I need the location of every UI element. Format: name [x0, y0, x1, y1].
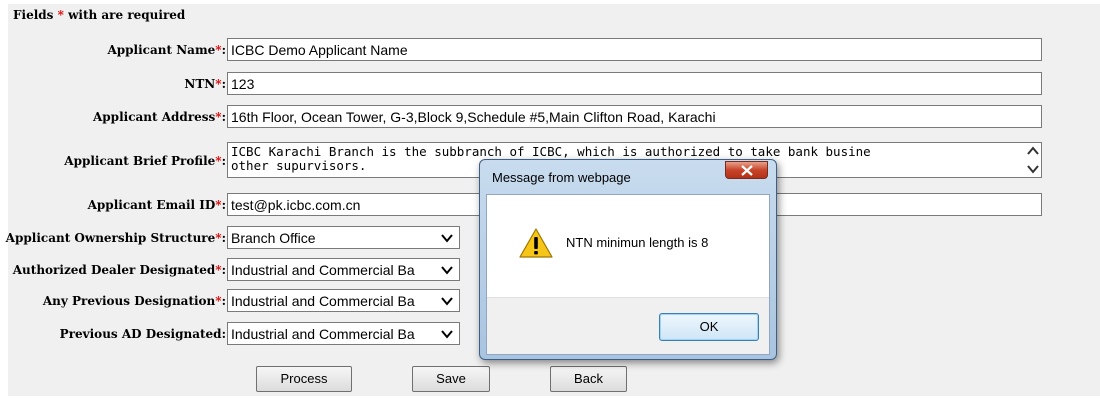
warning-icon — [519, 228, 553, 258]
applicant-address-label: Applicant Address*: — [92, 110, 226, 124]
previous-designation-label: Any Previous Designation*: — [42, 294, 226, 308]
required-note: Fields * with are required — [13, 8, 185, 22]
ownership-value: Branch Office — [231, 230, 316, 246]
previous-ad-select[interactable]: Industrial and Commercial Ba — [227, 322, 460, 345]
applicant-name-label: Applicant Name*: — [107, 43, 226, 57]
scroll-up-icon[interactable] — [1027, 146, 1039, 156]
authorized-dealer-label: Authorized Dealer Designated*: — [12, 263, 226, 277]
previous-designation-select[interactable]: Industrial and Commercial Ba — [227, 289, 460, 312]
scroll-down-icon[interactable] — [1027, 164, 1039, 174]
ownership-label: Applicant Ownership Structure*: — [5, 231, 226, 245]
dialog-close-button[interactable] — [725, 161, 768, 179]
previous-ad-label: Previous AD Designated: — [59, 327, 226, 341]
chevron-down-icon — [441, 234, 453, 243]
chevron-down-icon — [441, 266, 453, 275]
applicant-address-input[interactable]: 16th Floor, Ocean Tower, G-3,Block 9,Sch… — [227, 105, 1042, 128]
close-icon — [741, 165, 753, 176]
textarea-scrollbar[interactable] — [1025, 143, 1041, 177]
process-button[interactable]: Process — [256, 366, 352, 392]
dialog-message: NTN minimun length is 8 — [566, 235, 709, 250]
previous-ad-value: Industrial and Commercial Ba — [231, 326, 415, 342]
brief-profile-label: Applicant Brief Profile*: — [64, 154, 226, 168]
ok-button[interactable]: OK — [659, 313, 759, 341]
required-note-prefix: Fields — [13, 8, 58, 22]
applicant-name-input[interactable]: ICBC Demo Applicant Name — [227, 38, 1042, 61]
ntn-input[interactable]: 123 — [227, 72, 1042, 95]
email-label: Applicant Email ID*: — [87, 198, 226, 212]
save-button[interactable]: Save — [412, 366, 490, 392]
previous-designation-value: Industrial and Commercial Ba — [231, 293, 415, 309]
dialog-body: NTN minimun length is 8 OK — [486, 194, 770, 355]
authorized-dealer-value: Industrial and Commercial Ba — [231, 262, 415, 278]
chevron-down-icon — [441, 297, 453, 306]
required-note-suffix: with are required — [63, 8, 186, 22]
chevron-down-icon — [441, 330, 453, 339]
message-dialog: Message from webpage NTN minimun length … — [479, 159, 777, 360]
dialog-title: Message from webpage — [492, 170, 631, 185]
ownership-select[interactable]: Branch Office — [227, 226, 460, 249]
ntn-label: NTN*: — [184, 77, 226, 91]
brief-profile-line-1: ICBC Karachi Branch is the subbranch of … — [231, 145, 871, 159]
authorized-dealer-select[interactable]: Industrial and Commercial Ba — [227, 258, 460, 281]
back-button[interactable]: Back — [550, 366, 627, 392]
dialog-footer: OK — [487, 297, 769, 354]
